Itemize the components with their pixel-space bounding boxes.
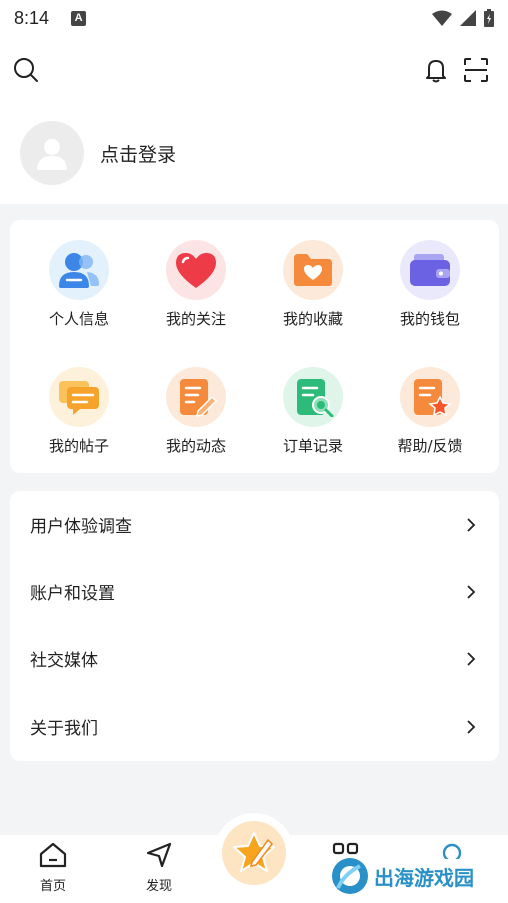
battery-icon	[484, 9, 494, 27]
user-icon	[49, 240, 109, 300]
grid-label: 订单记录	[282, 437, 343, 455]
nav-create-button[interactable]	[214, 813, 294, 893]
profile-header: 点击登录	[0, 36, 508, 204]
star-pen-icon	[222, 821, 286, 885]
default-avatar-icon	[37, 139, 67, 170]
notification-a-icon: A	[71, 10, 87, 26]
nav-discover[interactable]: 发现	[129, 841, 189, 894]
status-bar: 8:14 A	[0, 0, 508, 36]
watermark-logo-icon	[332, 858, 368, 894]
nav-home[interactable]: 首页	[23, 841, 83, 894]
grid-item-posts[interactable]: 我的帖子	[29, 367, 129, 456]
watermark: 出海游戏园	[330, 856, 474, 896]
list-item-survey[interactable]: 用户体验调查	[10, 491, 499, 558]
search-icon[interactable]	[12, 56, 40, 84]
nav-discover-label: 发现	[145, 879, 172, 894]
chevron-right-icon	[467, 517, 476, 532]
status-time: 8:14	[14, 7, 50, 28]
wallet-icon	[400, 240, 460, 300]
grid-label: 我的关注	[165, 310, 226, 328]
chevron-right-icon	[467, 651, 476, 666]
settings-list: 用户体验调查 账户和设置 社交媒体 关于我们	[10, 491, 499, 761]
list-item-social-media[interactable]: 社交媒体	[10, 625, 499, 692]
grid-item-following[interactable]: 我的关注	[146, 240, 246, 329]
list-label: 用户体验调查	[30, 517, 132, 537]
list-item-about-us[interactable]: 关于我们	[10, 693, 499, 760]
nav-home-label: 首页	[39, 879, 66, 894]
home-icon	[39, 842, 67, 868]
wifi-icon	[432, 10, 452, 26]
grid-item-favorites[interactable]: 我的收藏	[263, 240, 363, 329]
grid-item-orders[interactable]: 订单记录	[263, 367, 363, 456]
chevron-right-icon	[467, 584, 476, 599]
scan-icon[interactable]	[462, 56, 490, 84]
order-search-icon	[283, 367, 343, 427]
grid-label: 帮助/反馈	[397, 437, 463, 455]
status-icons	[432, 9, 494, 27]
feature-grid: 个人信息 我的关注 我的收藏 我的钱包 我的帖子 我的动态 订单记录 帮助/反馈	[10, 220, 499, 473]
doc-star-icon	[400, 367, 460, 427]
grid-label: 我的帖子	[48, 437, 109, 455]
grid-label: 我的动态	[165, 437, 226, 455]
navigation-arrow-icon	[146, 842, 172, 868]
grid-item-wallet[interactable]: 我的钱包	[380, 240, 480, 329]
bell-icon[interactable]	[422, 56, 450, 84]
folder-heart-icon	[283, 240, 343, 300]
chevron-right-icon	[467, 719, 476, 734]
grid-label: 个人信息	[48, 310, 109, 328]
grid-item-profile[interactable]: 个人信息	[29, 240, 129, 329]
list-label: 账户和设置	[30, 584, 115, 604]
signal-icon	[460, 10, 476, 26]
heart-icon	[166, 240, 226, 300]
list-item-account-settings[interactable]: 账户和设置	[10, 558, 499, 625]
grid-label: 我的收藏	[282, 310, 343, 328]
grid-label: 我的钱包	[399, 310, 460, 328]
avatar[interactable]	[20, 121, 84, 185]
note-edit-icon	[166, 367, 226, 427]
grid-item-activity[interactable]: 我的动态	[146, 367, 246, 456]
grid-item-help[interactable]: 帮助/反馈	[380, 367, 480, 456]
list-label: 社交媒体	[30, 651, 98, 671]
login-link[interactable]: 点击登录	[100, 140, 176, 167]
watermark-text: 出海游戏园	[374, 865, 474, 890]
chat-icon	[49, 367, 109, 427]
list-label: 关于我们	[30, 719, 98, 739]
